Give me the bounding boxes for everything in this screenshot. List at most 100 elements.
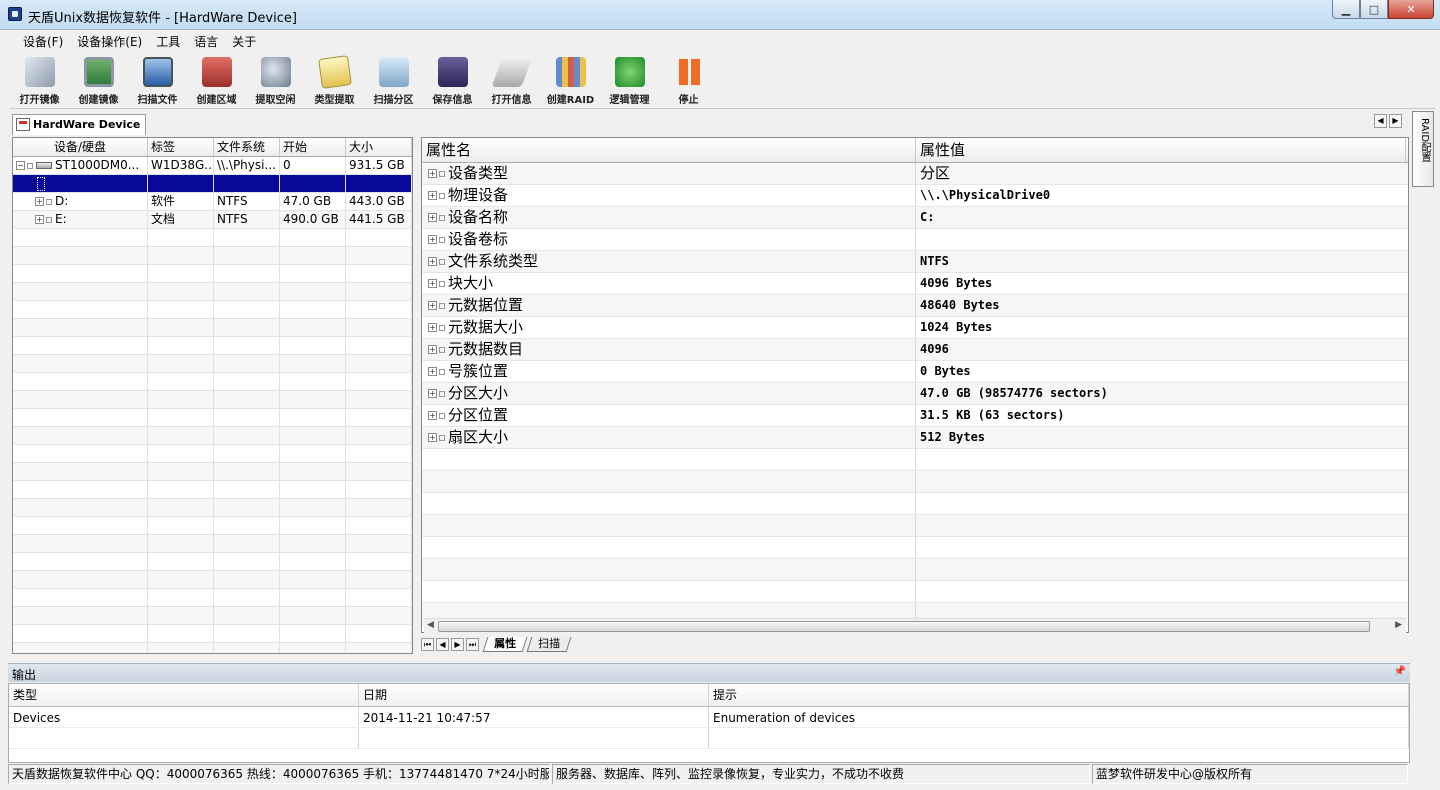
scan-file-button[interactable]: 扫描文件 xyxy=(128,53,187,109)
bottom-tabbar: ⏮ ◀ ▶ ⏭ 属性 扫描 xyxy=(421,635,572,653)
property-value: 48640 Bytes xyxy=(920,298,1000,312)
expand-icon[interactable]: + xyxy=(428,279,437,288)
property-row[interactable]: + 设备类型 分区 xyxy=(422,163,1408,185)
col-property-name[interactable]: 属性名 xyxy=(422,138,916,162)
tree-node-icon xyxy=(439,368,445,375)
col-tip[interactable]: 提示 xyxy=(709,684,1409,706)
tab-scroll-right-button[interactable]: ▶ xyxy=(1389,114,1402,128)
property-row[interactable]: + 元数据大小 1024 Bytes xyxy=(422,317,1408,339)
property-row[interactable]: + 扇区大小 512 Bytes xyxy=(422,427,1408,449)
property-row[interactable]: + 元数据数目 4096 xyxy=(422,339,1408,361)
property-row[interactable]: + 设备卷标 xyxy=(422,229,1408,251)
device-row-empty xyxy=(13,283,412,301)
property-row[interactable]: + 文件系统类型 NTFS xyxy=(422,251,1408,273)
menu-language[interactable]: 语言 xyxy=(187,33,225,50)
save-info-icon xyxy=(437,57,468,87)
output-table-header: 类型 日期 提示 xyxy=(9,684,1409,707)
create-area-button[interactable]: 创建区域 xyxy=(187,53,246,109)
maximize-button[interactable]: □ xyxy=(1360,0,1388,19)
col-property-value[interactable]: 属性值 xyxy=(916,138,1406,162)
tab-properties[interactable]: 属性 xyxy=(482,636,528,652)
expand-icon[interactable]: + xyxy=(35,215,44,224)
create-image-button[interactable]: 创建镜像 xyxy=(69,53,128,109)
horizontal-scrollbar[interactable]: ◀ ▶ xyxy=(424,618,1406,633)
property-name: 元数据大小 xyxy=(448,318,524,336)
stop-icon xyxy=(674,57,704,87)
stop-button[interactable]: 停止 xyxy=(659,53,718,109)
type-extract-button[interactable]: 类型提取 xyxy=(305,53,364,109)
property-name: 块大小 xyxy=(448,274,494,292)
col-filesystem[interactable]: 文件系统 xyxy=(214,138,280,156)
expand-icon[interactable]: + xyxy=(428,191,437,200)
expand-icon[interactable]: + xyxy=(428,235,437,244)
property-row-empty xyxy=(422,559,1408,581)
col-label[interactable]: 标签 xyxy=(148,138,214,156)
device-row-empty xyxy=(13,265,412,283)
open-image-button[interactable]: 打开镜像 xyxy=(10,53,69,109)
menu-device-ops[interactable]: 设备操作(E) xyxy=(70,33,149,50)
device-row-disk[interactable]: − ST1000DM0... W1D38G... \\.\Physi... 0 9… xyxy=(13,157,412,175)
extract-free-button[interactable]: 提取空闲 xyxy=(246,53,305,109)
prev-tab-button[interactable]: ◀ xyxy=(436,637,449,651)
expand-icon[interactable]: + xyxy=(35,197,44,206)
menu-tools[interactable]: 工具 xyxy=(149,33,187,50)
save-info-button[interactable]: 保存信息 xyxy=(423,53,482,109)
device-row-empty xyxy=(13,445,412,463)
property-row[interactable]: + 物理设备 \\.\PhysicalDrive0 xyxy=(422,185,1408,207)
expand-icon[interactable]: + xyxy=(428,411,437,420)
col-device[interactable]: 设备/硬盘 xyxy=(13,138,148,156)
scroll-left-arrow-icon[interactable]: ◀ xyxy=(427,620,434,630)
expand-icon[interactable]: + xyxy=(428,389,437,398)
disk-open-icon xyxy=(24,57,55,87)
close-button[interactable]: ✕ xyxy=(1388,0,1434,19)
device-row-empty xyxy=(13,589,412,607)
first-tab-button[interactable]: ⏮ xyxy=(421,637,434,651)
open-info-button[interactable]: 打开信息 xyxy=(482,53,541,109)
property-value: 31.5 KB (63 sectors) xyxy=(920,408,1065,422)
tab-scan[interactable]: 扫描 xyxy=(526,636,572,652)
property-row[interactable]: + 分区大小 47.0 GB (98574776 sectors) xyxy=(422,383,1408,405)
property-row[interactable]: + 号簇位置 0 Bytes xyxy=(422,361,1408,383)
device-row-d[interactable]: + D: 软件 NTFS 47.0 GB 443.0 GB xyxy=(13,193,412,211)
tab-hardware-device[interactable]: HardWare Device xyxy=(12,114,147,135)
expand-icon[interactable]: + xyxy=(428,257,437,266)
last-tab-button[interactable]: ⏭ xyxy=(466,637,479,651)
scrollbar-thumb[interactable] xyxy=(438,621,1370,632)
property-row[interactable]: + 分区位置 31.5 KB (63 sectors) xyxy=(422,405,1408,427)
property-row[interactable]: + 元数据位置 48640 Bytes xyxy=(422,295,1408,317)
col-type[interactable]: 类型 xyxy=(9,684,359,706)
output-row[interactable]: Devices 2014-11-21 10:47:57 Enumeration … xyxy=(9,707,1409,728)
scan-partition-button[interactable]: 扫描分区 xyxy=(364,53,423,109)
col-start[interactable]: 开始 xyxy=(280,138,346,156)
device-row-e[interactable]: + E: 文档 NTFS 490.0 GB 441.5 GB xyxy=(13,211,412,229)
create-area-icon xyxy=(201,57,232,87)
expand-icon[interactable]: + xyxy=(428,169,437,178)
pin-icon[interactable]: 📌 xyxy=(1394,666,1406,677)
col-size[interactable]: 大小 xyxy=(346,138,412,156)
expand-icon[interactable]: + xyxy=(428,213,437,222)
col-date[interactable]: 日期 xyxy=(359,684,709,706)
menu-device[interactable]: 设备(F) xyxy=(16,33,70,50)
expand-icon[interactable]: + xyxy=(428,367,437,376)
property-name: 元数据位置 xyxy=(448,296,524,314)
property-row[interactable]: + 设备名称 C: xyxy=(422,207,1408,229)
tab-scroll-left-button[interactable]: ◀ xyxy=(1374,114,1387,128)
property-row[interactable]: + 块大小 4096 Bytes xyxy=(422,273,1408,295)
document-icon xyxy=(16,118,30,131)
expand-icon[interactable]: + xyxy=(428,301,437,310)
create-raid-button[interactable]: 创建RAID xyxy=(541,53,600,109)
raid-config-side-tab[interactable]: RAID配置 xyxy=(1412,111,1434,187)
next-tab-button[interactable]: ▶ xyxy=(451,637,464,651)
tree-node-icon xyxy=(439,170,445,177)
expand-icon[interactable]: + xyxy=(428,323,437,332)
logic-manage-button[interactable]: 逻辑管理 xyxy=(600,53,659,109)
expand-icon[interactable]: + xyxy=(428,433,437,442)
minimize-button[interactable]: ▁ xyxy=(1332,0,1360,19)
scroll-right-arrow-icon[interactable]: ▶ xyxy=(1395,620,1402,630)
device-tabbar: HardWare Device xyxy=(10,112,415,135)
tree-node-icon xyxy=(439,280,445,287)
device-row-selected[interactable] xyxy=(13,175,412,193)
expand-icon[interactable]: + xyxy=(428,345,437,354)
menu-about[interactable]: 关于 xyxy=(225,33,263,50)
collapse-icon[interactable]: − xyxy=(16,161,25,170)
